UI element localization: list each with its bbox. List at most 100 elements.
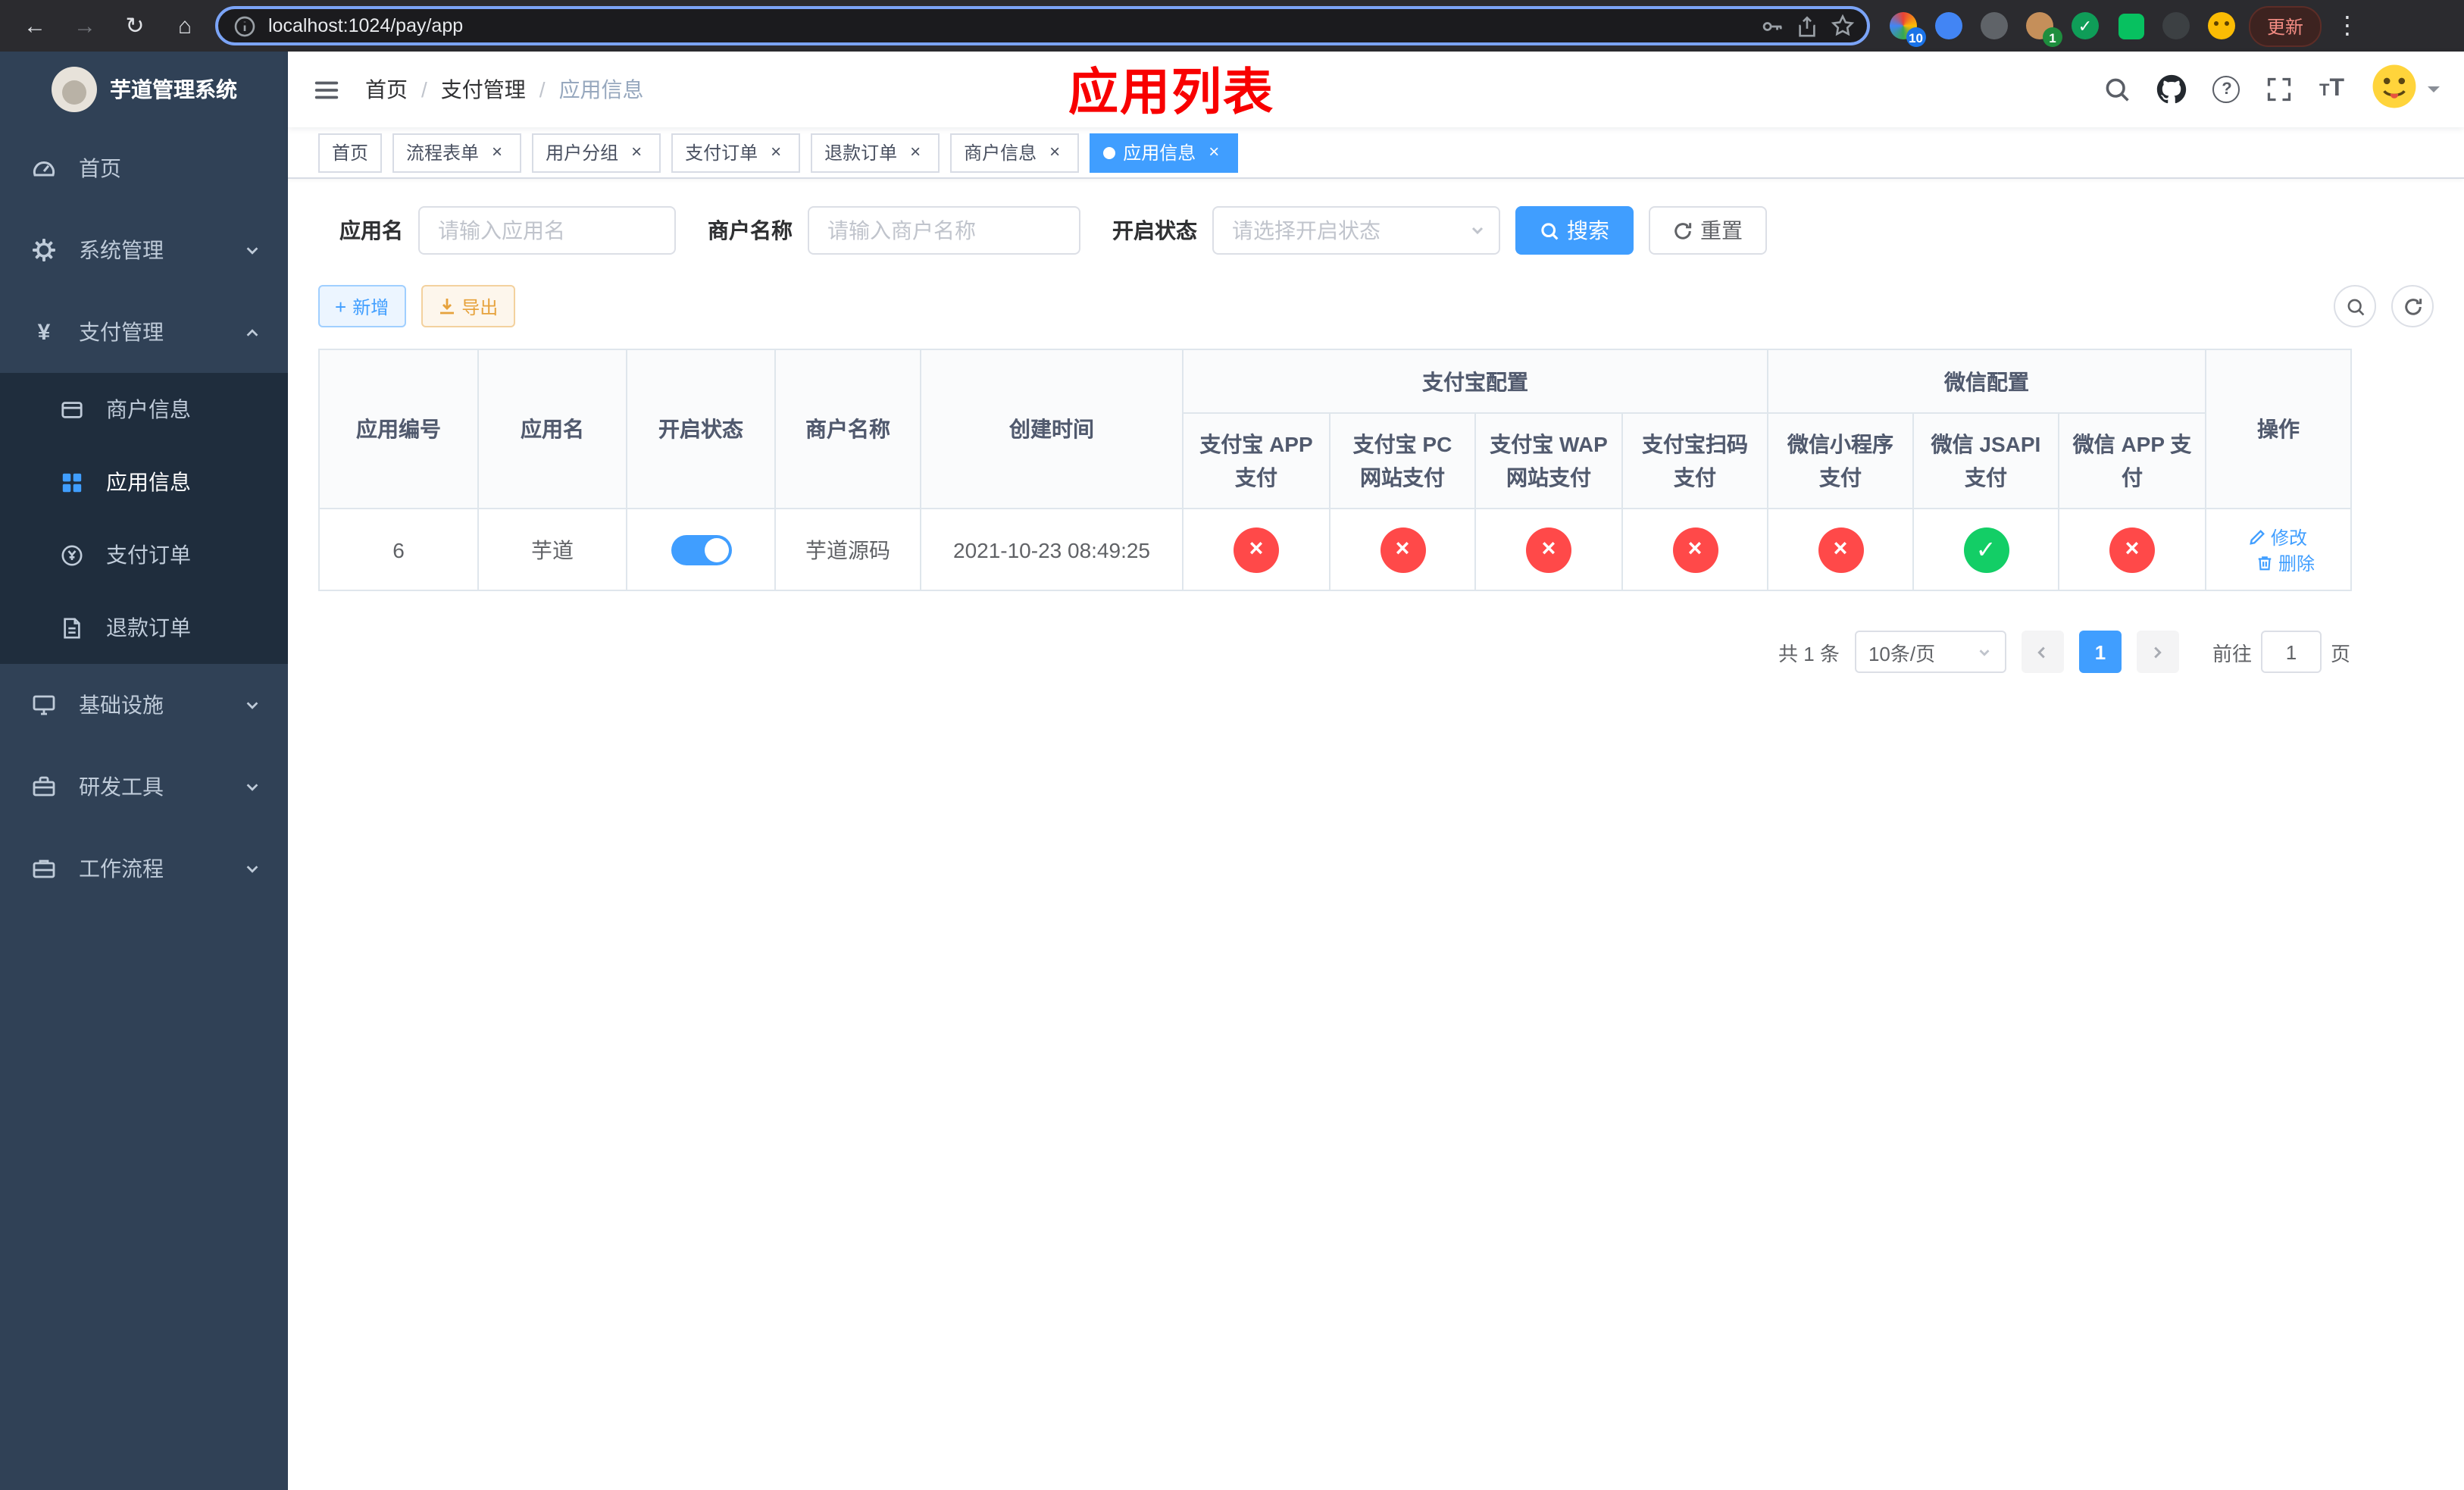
url-text[interactable]: localhost:1024/pay/app — [268, 15, 1749, 36]
tab-process-form[interactable]: 流程表单 × — [392, 133, 522, 172]
extension-pin-icon[interactable] — [1932, 9, 1965, 42]
page-number-1[interactable]: 1 — [2078, 631, 2122, 673]
yen-icon: ¥ — [37, 319, 51, 345]
status-select-input[interactable] — [1212, 206, 1500, 255]
breadcrumb-separator: / — [421, 77, 427, 102]
tab-refund-order[interactable]: 退款订单 × — [811, 133, 940, 172]
screen: ← → ↻ ⌂ localhost:1024/pay/app 10 1 ✓ 更新… — [0, 0, 2464, 1490]
close-icon[interactable]: × — [765, 141, 786, 163]
chevron-down-icon — [244, 242, 261, 258]
font-size-icon[interactable]: TT — [2319, 76, 2344, 103]
extension-puzzle-icon[interactable] — [2159, 9, 2193, 42]
main-navbar: 首页 / 支付管理 / 应用信息 应用列表 ? T T — [288, 52, 2464, 127]
tab-home[interactable]: 首页 — [318, 133, 383, 172]
close-icon[interactable]: × — [1203, 141, 1224, 163]
export-button[interactable]: 导出 — [421, 285, 515, 327]
tab-merchant-info[interactable]: 商户信息 × — [950, 133, 1080, 172]
share-icon[interactable] — [1796, 14, 1818, 37]
plus-icon: + — [335, 295, 347, 318]
chevron-down-icon — [244, 778, 261, 795]
sidebar-item-system[interactable]: 系统管理 — [0, 209, 288, 291]
sidebar-item-label: 基础设施 — [79, 693, 164, 717]
search-button[interactable]: 搜索 — [1515, 206, 1634, 255]
github-icon[interactable] — [2157, 74, 2187, 105]
tab-label: 商户信息 — [964, 142, 1037, 164]
goto-page-input[interactable] — [2260, 631, 2322, 673]
tab-app-info[interactable]: 应用信息 × — [1090, 133, 1239, 172]
merchant-name-input[interactable] — [808, 206, 1080, 255]
password-key-icon[interactable] — [1761, 14, 1784, 37]
extension-green-check-icon[interactable]: ✓ — [2068, 9, 2102, 42]
goto-prefix: 前往 — [2212, 642, 2252, 665]
chevron-down-icon — [1979, 649, 1990, 656]
search-icon[interactable] — [2104, 76, 2131, 103]
sidebar-item-label: 工作流程 — [79, 856, 164, 881]
status-toggle[interactable] — [671, 534, 731, 565]
browser-update-button[interactable]: 更新 — [2249, 5, 2322, 46]
extension-wheel-icon[interactable]: 10 — [1887, 9, 1926, 47]
close-icon[interactable]: × — [626, 141, 647, 163]
wechat-mini-status-icon: × — [1818, 527, 1863, 572]
app-name-input[interactable] — [418, 206, 676, 255]
tab-pay-order[interactable]: 支付订单 × — [671, 133, 801, 172]
close-icon[interactable]: × — [486, 141, 508, 163]
address-bar[interactable]: localhost:1024/pay/app — [215, 6, 1870, 45]
add-button-label: 新增 — [352, 296, 389, 318]
bookmark-star-icon[interactable] — [1831, 14, 1855, 38]
status-select[interactable] — [1212, 206, 1500, 255]
sidebar-item-merchant-info[interactable]: 商户信息 — [0, 373, 288, 446]
extension-dark-icon[interactable] — [1978, 9, 2011, 42]
sidebar-item-dev-tools[interactable]: 研发工具 — [0, 746, 288, 828]
browser-home-button[interactable]: ⌂ — [165, 6, 205, 45]
sidebar-item-infrastructure[interactable]: 基础设施 — [0, 664, 288, 746]
sidebar-item-label: 支付订单 — [106, 543, 191, 567]
add-button[interactable]: + 新增 — [318, 285, 406, 327]
extension-green-square-icon[interactable] — [2114, 9, 2147, 42]
status-label: 开启状态 — [1112, 218, 1197, 243]
navbar-actions: ? TT — [2104, 61, 2440, 117]
next-page-button[interactable] — [2136, 631, 2179, 673]
sidebar-item-label: 研发工具 — [79, 775, 164, 799]
toggle-search-button[interactable] — [2334, 285, 2376, 327]
chevron-down-icon — [244, 860, 261, 877]
prev-page-button[interactable] — [2021, 631, 2064, 673]
chevron-down-icon — [244, 696, 261, 713]
wechat-jsapi-status-icon: ✓ — [1963, 527, 2009, 572]
breadcrumb-home[interactable]: 首页 — [365, 74, 408, 105]
sidebar-item-payment[interactable]: ¥ 支付管理 — [0, 291, 288, 373]
extension-badge: 10 — [1906, 27, 1926, 47]
sidebar-item-workflow[interactable]: 工作流程 — [0, 828, 288, 909]
sidebar-item-refund-order[interactable]: 退款订单 — [0, 591, 288, 664]
sidebar-item-pay-order[interactable]: 支付订单 — [0, 518, 288, 591]
close-icon[interactable]: × — [905, 141, 926, 163]
extension-avatar-icon[interactable]: 1 — [2023, 9, 2062, 47]
fullscreen-icon[interactable] — [2266, 76, 2294, 103]
browser-back-button[interactable]: ← — [15, 6, 55, 45]
browser-chrome: ← → ↻ ⌂ localhost:1024/pay/app 10 1 ✓ 更新… — [0, 0, 2464, 52]
edit-link[interactable]: 修改 — [2250, 524, 2307, 549]
breadcrumb-payment[interactable]: 支付管理 — [441, 74, 526, 105]
tab-user-group[interactable]: 用户分组 × — [532, 133, 661, 172]
col-alipay-app: 支付宝 APP 支付 — [1182, 412, 1330, 509]
delete-link[interactable]: 删除 — [2257, 549, 2315, 575]
tab-label: 流程表单 — [406, 142, 480, 164]
site-info-icon[interactable] — [233, 14, 256, 37]
help-icon[interactable]: ? — [2212, 76, 2240, 103]
close-icon[interactable]: × — [1044, 141, 1065, 163]
sidebar-item-app-info[interactable]: 应用信息 — [0, 446, 288, 518]
extension-face-icon[interactable] — [2205, 9, 2238, 42]
page-size-select[interactable]: 10条/页 — [1854, 631, 2006, 673]
refresh-button[interactable] — [2391, 285, 2434, 327]
col-wechat-mini: 微信小程序支付 — [1767, 412, 1914, 509]
sidebar-collapse-icon[interactable] — [312, 75, 341, 104]
browser-menu-kebab-icon[interactable]: ⋮ — [2332, 11, 2362, 41]
browser-forward-button[interactable]: → — [65, 6, 105, 45]
col-wechat-app: 微信 APP 支付 — [2058, 412, 2206, 509]
reset-button[interactable]: 重置 — [1649, 206, 1767, 255]
user-avatar-menu[interactable] — [2370, 61, 2440, 117]
extension-badge: 1 — [2043, 27, 2062, 47]
cell-status — [626, 508, 776, 591]
sidebar-logo[interactable]: 芋道管理系统 — [0, 52, 288, 127]
sidebar-item-home[interactable]: 首页 — [0, 127, 288, 209]
browser-reload-button[interactable]: ↻ — [115, 6, 155, 45]
